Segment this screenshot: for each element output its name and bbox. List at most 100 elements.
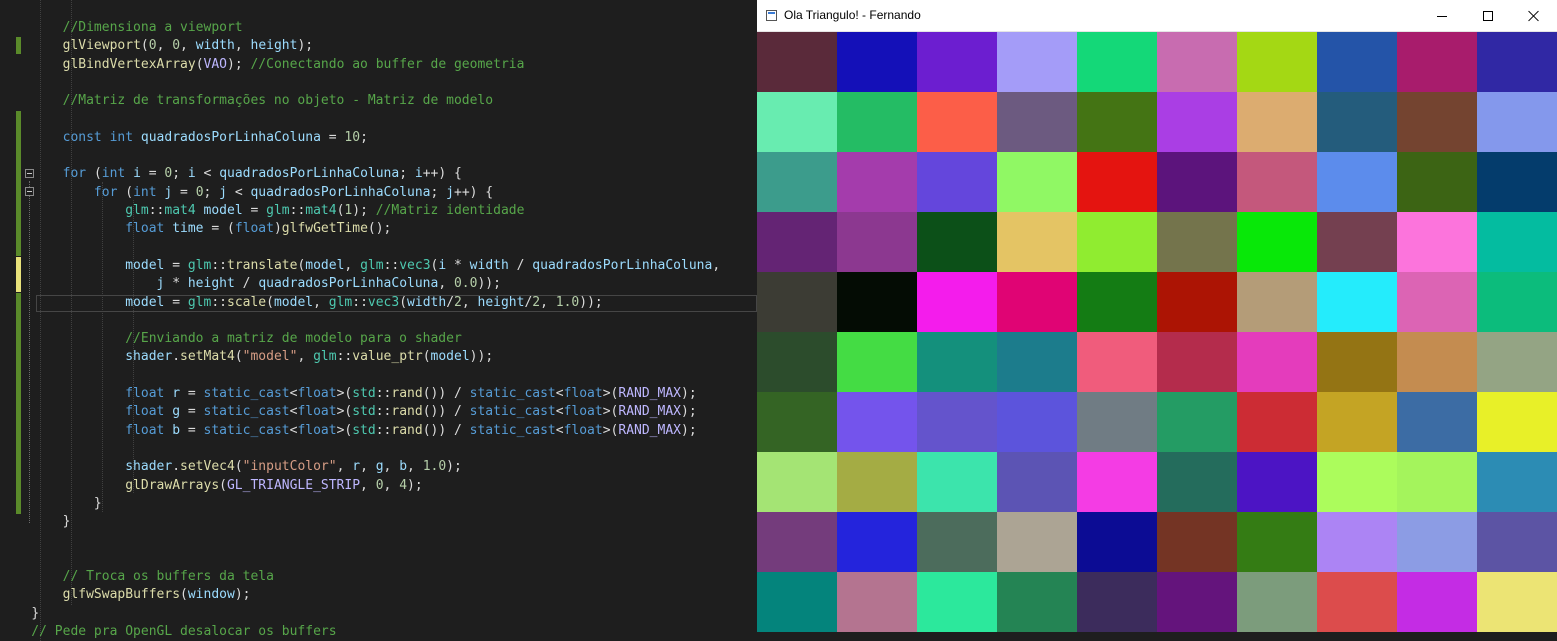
maximize-button[interactable]: [1465, 0, 1511, 32]
colored-square: [997, 332, 1077, 392]
colored-square: [837, 452, 917, 512]
colored-square: [917, 212, 997, 272]
code-line[interactable]: for (int j = 0; j < quadradosPorLinhaCol…: [0, 184, 493, 202]
colored-square: [1477, 512, 1557, 572]
colored-square: [997, 392, 1077, 452]
window-bottom-edge: [757, 632, 1557, 641]
colored-square: [1237, 392, 1317, 452]
colored-square: [1477, 272, 1557, 332]
code-line[interactable]: glDrawArrays(GL_TRIANGLE_STRIP, 0, 4);: [0, 477, 422, 495]
colored-square: [1397, 452, 1477, 512]
colored-square: [997, 452, 1077, 512]
code-editor[interactable]: //Dimensiona a viewport glViewport(0, 0,…: [0, 0, 757, 641]
colored-square: [1397, 332, 1477, 392]
colored-square: [837, 152, 917, 212]
code-line[interactable]: float time = (float)glfwGetTime();: [0, 220, 391, 238]
render-canvas: [757, 32, 1557, 632]
colored-square: [917, 452, 997, 512]
colored-square: [1317, 392, 1397, 452]
colored-square: [917, 272, 997, 332]
colored-square: [1397, 512, 1477, 572]
code-line[interactable]: }: [0, 513, 71, 531]
code-line[interactable]: shader.setMat4("model", glm::value_ptr(m…: [0, 348, 493, 366]
colored-square: [1237, 332, 1317, 392]
code-line[interactable]: }: [0, 495, 102, 513]
colored-square: [1157, 212, 1237, 272]
colored-square: [1237, 512, 1317, 572]
colored-square: [757, 512, 837, 572]
code-line[interactable]: float b = static_cast<float>(std::rand()…: [0, 422, 696, 440]
colored-square: [917, 92, 997, 152]
colored-square: [1077, 512, 1157, 572]
colored-square: [997, 32, 1077, 92]
colored-square: [1237, 572, 1317, 632]
colored-square: [1317, 332, 1397, 392]
minimize-button[interactable]: [1419, 0, 1465, 32]
colored-square: [1157, 332, 1237, 392]
colored-square: [757, 212, 837, 272]
code-line[interactable]: shader.setVec4("inputColor", r, g, b, 1.…: [0, 458, 462, 476]
colored-square: [1317, 272, 1397, 332]
colored-square: [757, 32, 837, 92]
colored-square: [1077, 572, 1157, 632]
colored-square: [1077, 92, 1157, 152]
colored-square: [1157, 572, 1237, 632]
colored-square: [1077, 212, 1157, 272]
colored-square: [757, 452, 837, 512]
colored-square: [1397, 212, 1477, 272]
colored-square: [997, 272, 1077, 332]
code-line[interactable]: float g = static_cast<float>(std::rand()…: [0, 403, 696, 421]
code-comment-line[interactable]: // Troca os buffers da tela: [0, 568, 274, 586]
colored-square: [1397, 572, 1477, 632]
code-comment-line[interactable]: // Pede pra OpenGL desalocar os buffers: [0, 623, 336, 641]
maximize-icon: [1483, 11, 1493, 21]
colored-square: [1157, 32, 1237, 92]
code-line[interactable]: j * height / quadradosPorLinhaColuna, 0.…: [0, 275, 501, 293]
colored-square: [1477, 452, 1557, 512]
code-line[interactable]: glm::mat4 model = glm::mat4(1); //Matriz…: [0, 202, 524, 220]
title-bar[interactable]: Ola Triangulo! - Fernando: [757, 0, 1557, 32]
colored-square: [1157, 152, 1237, 212]
colored-square: [1317, 152, 1397, 212]
colored-square: [1237, 272, 1317, 332]
opengl-window[interactable]: Ola Triangulo! - Fernando: [757, 0, 1557, 641]
code-line[interactable]: }: [0, 605, 39, 623]
code-line[interactable]: glViewport(0, 0, width, height);: [0, 37, 314, 55]
code-line[interactable]: model = glm::translate(model, glm::vec3(…: [0, 257, 720, 275]
colored-square: [997, 152, 1077, 212]
colored-square: [1317, 572, 1397, 632]
colored-square: [757, 272, 837, 332]
colored-square: [1077, 332, 1157, 392]
close-button[interactable]: [1511, 0, 1557, 32]
colored-square: [1477, 92, 1557, 152]
colored-square: [837, 92, 917, 152]
code-comment-line[interactable]: //Dimensiona a viewport: [0, 19, 243, 37]
colored-square: [997, 212, 1077, 272]
colored-square: [1077, 32, 1157, 92]
colored-square: [837, 332, 917, 392]
code-line[interactable]: const int quadradosPorLinhaColuna = 10;: [0, 129, 368, 147]
colored-square: [1077, 392, 1157, 452]
code-line[interactable]: float r = static_cast<float>(std::rand()…: [0, 385, 696, 403]
code-line[interactable]: glfwSwapBuffers(window);: [0, 586, 251, 604]
colored-square: [1477, 332, 1557, 392]
colored-square: [1237, 152, 1317, 212]
colored-square: [1077, 452, 1157, 512]
colored-square: [1157, 512, 1237, 572]
colored-square: [1157, 392, 1237, 452]
code-line[interactable]: glBindVertexArray(VAO); //Conectando ao …: [0, 56, 525, 74]
colored-square: [1397, 272, 1477, 332]
code-comment-line[interactable]: //Enviando a matriz de modelo para o sha…: [0, 330, 462, 348]
colored-square: [1397, 32, 1477, 92]
colored-square: [1157, 92, 1237, 152]
colored-square: [1237, 212, 1317, 272]
colored-square: [1397, 92, 1477, 152]
colored-square: [1477, 392, 1557, 452]
colored-square: [837, 32, 917, 92]
colored-square: [1397, 392, 1477, 452]
code-line[interactable]: model = glm::scale(model, glm::vec3(widt…: [0, 294, 603, 312]
window-app-icon: [766, 10, 777, 21]
code-line[interactable]: for (int i = 0; i < quadradosPorLinhaCol…: [0, 165, 462, 183]
colored-square: [837, 392, 917, 452]
code-comment-line[interactable]: //Matriz de transformações no objeto - M…: [0, 92, 493, 110]
